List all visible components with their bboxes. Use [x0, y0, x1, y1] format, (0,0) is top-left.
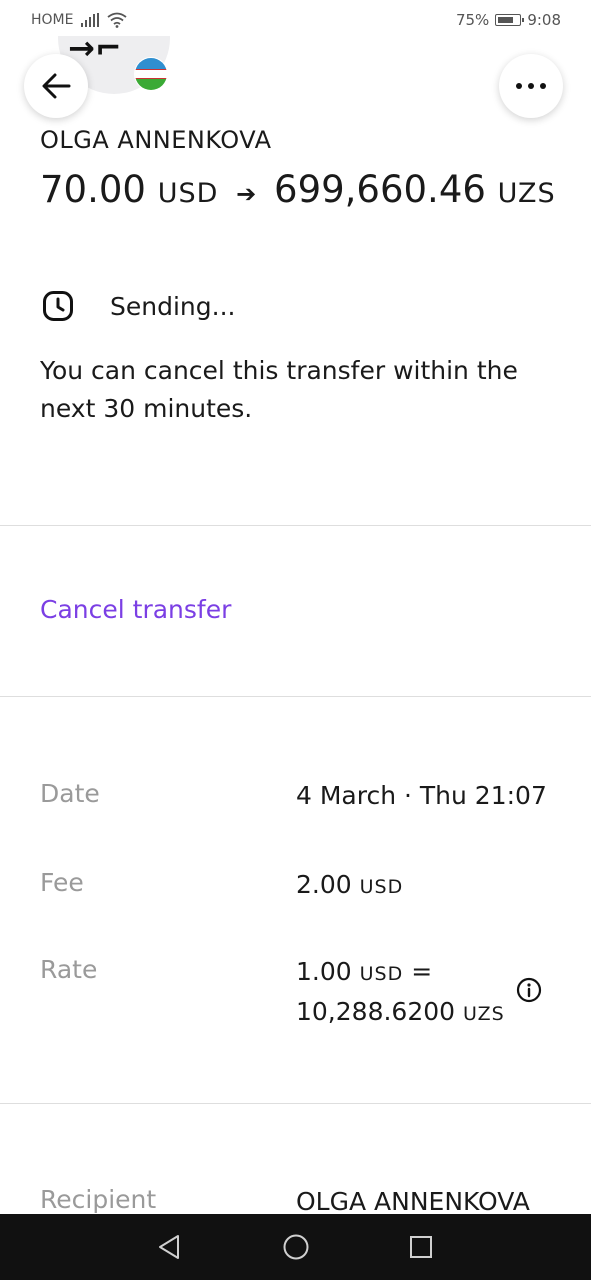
rate-base-currency: USD: [359, 963, 404, 985]
signal-icon: [81, 13, 100, 27]
date-label: Date: [40, 779, 100, 808]
back-arrow-icon: [42, 73, 71, 99]
divider: [0, 696, 591, 697]
rate-value: 1.00 USD = 10,288.6200 UZS: [296, 953, 505, 1033]
receive-currency: UZS: [497, 178, 556, 209]
fee-amount: 2.00: [296, 870, 352, 899]
status-text: Sending...: [110, 291, 236, 321]
receive-amount: 699,660.46: [274, 168, 486, 211]
send-currency: USD: [157, 178, 219, 209]
fee-label: Fee: [40, 868, 84, 897]
info-icon[interactable]: [516, 977, 542, 1003]
battery-percent: 75%: [455, 11, 490, 29]
recipient-name-title: OLGA ANNENKOVA: [40, 126, 272, 154]
cancel-transfer-button[interactable]: Cancel transfer: [40, 595, 231, 624]
uzbekistan-flag-icon: [134, 57, 168, 91]
clock-icon: [43, 291, 73, 321]
rate-amount: 10,288.6200: [296, 997, 456, 1026]
rate-currency: UZS: [463, 1003, 505, 1025]
battery-icon: [495, 14, 525, 26]
more-icon: [516, 83, 546, 89]
transfer-arrows-icon: →⌐: [68, 29, 122, 67]
transfer-amount: 70.00 USD ➔ 699,660.46 UZS: [40, 168, 556, 211]
rate-label: Rate: [40, 955, 98, 984]
nav-home-icon[interactable]: [282, 1233, 310, 1261]
divider: [0, 1103, 591, 1104]
navigation-bar: [0, 1214, 591, 1280]
fee-currency: USD: [359, 876, 404, 898]
clock-time: 9:08: [527, 11, 561, 29]
rate-base-amount: 1.00: [296, 957, 352, 986]
send-amount: 70.00: [40, 168, 146, 211]
recipient-label: Recipient: [40, 1185, 157, 1214]
more-options-button[interactable]: [499, 54, 563, 118]
nav-recents-icon[interactable]: [408, 1233, 434, 1261]
nav-back-icon[interactable]: [156, 1233, 182, 1261]
divider: [0, 525, 591, 526]
rate-equals: =: [411, 957, 433, 986]
carrier-label: HOME: [31, 12, 74, 28]
fee-value: 2.00 USD: [296, 866, 403, 906]
wifi-icon: [107, 12, 128, 28]
cancel-note: You can cancel this transfer within the …: [40, 356, 518, 423]
back-button[interactable]: [24, 54, 88, 118]
transfer-status: Sending...: [42, 290, 235, 322]
arrow-right-icon: ➔: [236, 180, 257, 208]
date-value: 4 March · Thu 21:07: [296, 781, 547, 810]
